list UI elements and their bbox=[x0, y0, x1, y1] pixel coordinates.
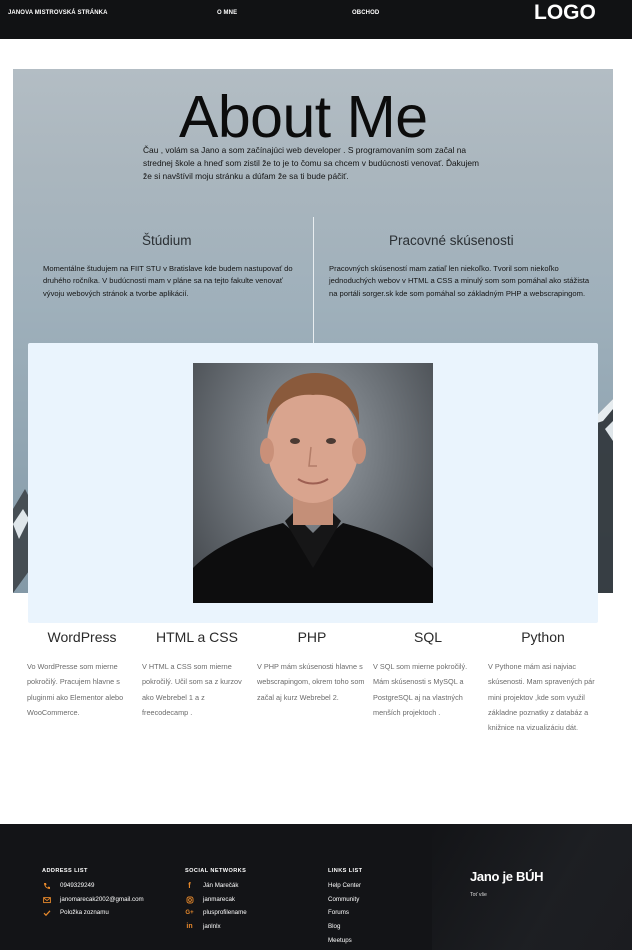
link-help-center[interactable]: Help Center bbox=[328, 882, 362, 896]
skill-text: Vo WordPresse som mierne pokročilý. Prac… bbox=[27, 662, 124, 717]
skill-title: PHP bbox=[297, 629, 327, 645]
nav-shop-link[interactable]: OBCHOD bbox=[352, 10, 379, 16]
address-item-phone[interactable]: 0949329249 bbox=[42, 882, 144, 896]
social-heading: SOCIAL NETWORKS bbox=[185, 868, 247, 874]
links-list: LINKS LIST Help Center Community Forums … bbox=[328, 868, 362, 950]
footer-brand: Jano je BÚH bbox=[470, 869, 544, 884]
social-item-facebook[interactable]: f Ján Marečák bbox=[185, 882, 247, 896]
linkedin-icon: in bbox=[186, 923, 193, 931]
social-item-linkedin[interactable]: in janlnlx bbox=[185, 923, 247, 937]
skill-title: HTML a CSS bbox=[156, 629, 238, 645]
address-email: janomarecak2002@gmail.com bbox=[60, 895, 144, 903]
nav-site-title[interactable]: JANOVA MISTROVSKÁ STRÁNKA bbox=[8, 10, 108, 16]
top-nav: JANOVA MISTROVSKÁ STRÁNKA O MNE OBCHOD L… bbox=[0, 0, 632, 39]
facebook-icon: f bbox=[188, 881, 191, 890]
work-title: Pracovné skúsenosti bbox=[389, 233, 514, 248]
social-google-name: plusprofilename bbox=[203, 909, 247, 917]
envelope-icon bbox=[42, 896, 51, 904]
skill-text: V SQL som mierne pokročilý. Mám skúsenos… bbox=[373, 662, 468, 717]
social-networks: SOCIAL NETWORKS f Ján Marečák janmarecak… bbox=[185, 868, 247, 937]
skill-wordpress: WordPress Vo WordPresse som mierne pokro… bbox=[27, 629, 137, 720]
study-title: Štúdium bbox=[142, 233, 192, 248]
address-list: ADDRESS LIST 0949329249 janomarecak2002@… bbox=[42, 868, 144, 923]
study-text: Momentálne študujem na FIIT STU v Bratis… bbox=[43, 264, 293, 298]
social-linkedin-name: janlnlx bbox=[203, 923, 221, 931]
link-blog[interactable]: Blog bbox=[328, 923, 362, 937]
skill-title: WordPress bbox=[47, 629, 117, 645]
skill-text: V HTML a CSS som mierne pokročilý. Učil … bbox=[142, 662, 242, 717]
social-instagram-name: janmarecak bbox=[203, 895, 235, 903]
address-phone: 0949329249 bbox=[60, 882, 95, 889]
work-text: Pracovných skúseností mam zatiaľ len nie… bbox=[329, 264, 590, 298]
links-heading: LINKS LIST bbox=[328, 868, 363, 874]
column-divider bbox=[313, 217, 314, 345]
page-title: About Me bbox=[179, 84, 428, 150]
skill-php: PHP V PHP mám skúsenosti hlavne s webscr… bbox=[257, 629, 367, 705]
skill-sql: SQL V SQL som mierne pokročilý. Mám skús… bbox=[373, 629, 483, 720]
logo[interactable]: LOGO bbox=[534, 1, 596, 25]
footer-brand-subtitle: Toť vše bbox=[470, 892, 487, 898]
footer: ADDRESS LIST 0949329249 janomarecak2002@… bbox=[0, 824, 632, 950]
instagram-icon bbox=[185, 896, 194, 904]
social-item-instagram[interactable]: janmarecak bbox=[185, 896, 247, 910]
skill-html-css: HTML a CSS V HTML a CSS som mierne pokro… bbox=[142, 629, 252, 720]
phone-icon bbox=[42, 882, 51, 890]
skill-python: Python V Pythone mám asi najviac skúseno… bbox=[488, 629, 598, 735]
skill-text: V PHP mám skúsenosti hlavne s webscrapin… bbox=[257, 662, 365, 702]
check-icon bbox=[42, 909, 51, 917]
social-facebook-name: Ján Marečák bbox=[203, 882, 239, 889]
address-item-list[interactable]: Položka zoznamu bbox=[42, 909, 144, 923]
nav-about-link[interactable]: O MNE bbox=[217, 10, 237, 16]
address-list-item: Položka zoznamu bbox=[60, 909, 109, 917]
link-community[interactable]: Community bbox=[328, 896, 362, 910]
address-item-email[interactable]: janomarecak2002@gmail.com bbox=[42, 896, 144, 910]
google-plus-icon: G+ bbox=[185, 910, 194, 917]
profile-photo bbox=[193, 363, 433, 603]
address-heading: ADDRESS LIST bbox=[42, 868, 88, 874]
link-forums[interactable]: Forums bbox=[328, 909, 362, 923]
skill-title: Python bbox=[521, 629, 565, 645]
social-item-google-plus[interactable]: G+ plusprofilename bbox=[185, 909, 247, 923]
skill-text: V Pythone mám asi najviac skúsenosti. Ma… bbox=[488, 662, 595, 733]
intro-text: Čau , volám sa Jano a som začínajúci web… bbox=[143, 145, 480, 181]
link-meetups[interactable]: Meetups bbox=[328, 937, 362, 950]
skill-title: SQL bbox=[413, 629, 442, 645]
photo-panel bbox=[28, 343, 598, 623]
